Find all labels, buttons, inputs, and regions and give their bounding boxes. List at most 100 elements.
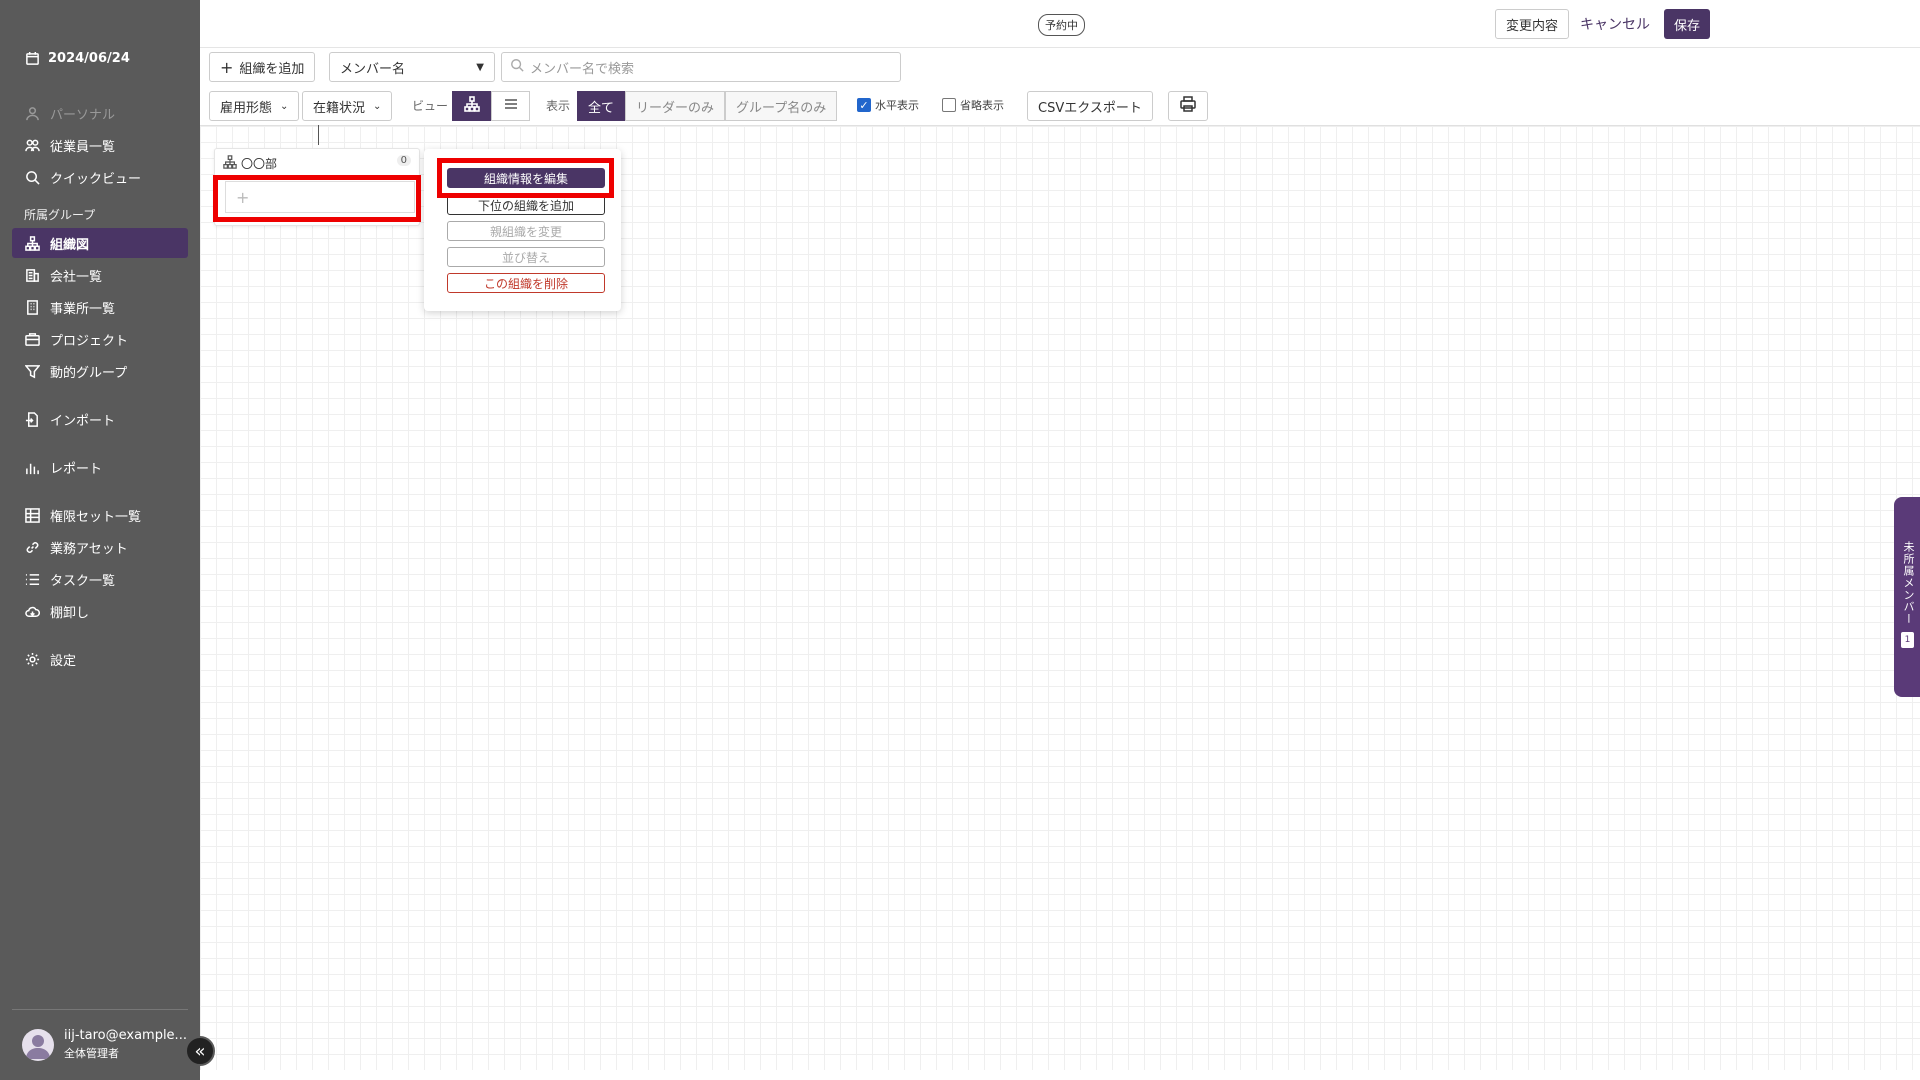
display-leaders-button[interactable]: リーダーのみ — [625, 91, 726, 121]
highlight-box — [437, 158, 614, 198]
checkbox-checked: ✓ — [857, 98, 871, 112]
list-icon — [24, 571, 40, 587]
sidebar-item-label: パーソナル — [50, 107, 116, 123]
unassigned-members-tab[interactable]: 未所属メンバー 1 — [1894, 497, 1920, 697]
import-icon — [24, 411, 40, 427]
org-node-name: 〇〇部 — [241, 157, 278, 171]
sidebar-item-offices[interactable]: 事業所一覧 — [12, 292, 188, 322]
list-view-button[interactable] — [491, 91, 530, 121]
sidebar-item-inventory[interactable]: 棚卸し — [12, 596, 188, 626]
add-org-label: 組織を追加 — [239, 61, 305, 77]
sidebar-item-tasks[interactable]: タスク一覧 — [12, 564, 188, 594]
sidebar-item-settings[interactable]: 設定 — [12, 644, 188, 674]
current-date: 2024/06/24 — [24, 50, 130, 66]
add-sub-org-button[interactable]: 下位の組織を追加 — [447, 195, 605, 215]
user-email: iij-taro@example... — [64, 1028, 187, 1043]
link-icon — [24, 539, 40, 555]
unassigned-members-label: 未所属メンバー — [1902, 541, 1915, 625]
sidebar-item-import[interactable]: インポート — [12, 404, 188, 434]
sidebar-item-label: プロジェクト — [50, 333, 129, 349]
double-chevron-left-icon: « — [194, 1040, 206, 1062]
sidebar-item-label: 動的グループ — [50, 365, 128, 381]
user-profile[interactable]: iij-taro@example... 全体管理者 — [22, 1028, 187, 1061]
member-field-select[interactable]: メンバー名 ▼ — [329, 52, 495, 82]
org-chart-icon — [24, 235, 40, 251]
org-chart-icon — [463, 96, 480, 116]
gear-icon — [24, 651, 40, 667]
change-parent-org-button[interactable]: 親組織を変更 — [447, 221, 605, 241]
member-count-badge: 0 — [396, 155, 411, 166]
section-label: 所属グループ — [24, 208, 96, 222]
top-bar: 予約中 — [200, 0, 1920, 48]
date-text: 2024/06/24 — [48, 50, 130, 66]
sidebar-item-reports[interactable]: レポート — [12, 452, 188, 482]
people-icon — [24, 137, 40, 153]
cloud-icon — [24, 603, 40, 619]
changes-button[interactable]: 変更内容 — [1495, 9, 1570, 39]
print-button[interactable] — [1168, 91, 1208, 121]
add-org-button[interactable]: + 組織を追加 — [209, 52, 316, 82]
view-label: ビュー — [412, 99, 449, 113]
display-group-names-button[interactable]: グループ名のみ — [725, 91, 838, 121]
member-search-input[interactable]: メンバー名で検索 — [501, 52, 901, 82]
sidebar-item-dynamic-groups[interactable]: 動的グループ — [12, 356, 188, 386]
display-all-button[interactable]: 全て — [577, 91, 626, 121]
sidebar-divider — [12, 1009, 188, 1010]
horizontal-display-checkbox[interactable]: ✓ 水平表示 — [857, 97, 919, 113]
chevron-down-icon: ⌄ — [280, 100, 289, 112]
highlight-box — [213, 175, 421, 222]
list-icon — [503, 96, 519, 116]
sidebar-item-label: 業務アセット — [50, 541, 128, 557]
printer-icon — [1180, 96, 1196, 116]
employment-type-dropdown[interactable]: 雇用形態 ⌄ — [209, 91, 300, 121]
tree-view-button[interactable] — [452, 91, 491, 121]
display-filter: 全て リーダーのみ グループ名のみ — [577, 91, 838, 121]
collapse-sidebar-button[interactable]: « — [185, 1036, 215, 1066]
office-icon — [24, 299, 40, 315]
sidebar-item-label: タスク一覧 — [50, 573, 116, 589]
briefcase-icon — [24, 331, 40, 347]
sidebar-item-quickview[interactable]: クイックビュー — [12, 162, 188, 192]
sidebar-item-employees[interactable]: 従業員一覧 — [12, 130, 188, 160]
sidebar-item-label: インポート — [50, 413, 116, 429]
sidebar-item-label: レポート — [50, 461, 103, 477]
chevron-down-icon: ⌄ — [373, 100, 382, 112]
filter-icon — [24, 363, 40, 379]
user-role: 全体管理者 — [64, 1047, 119, 1060]
sidebar-item-business-assets[interactable]: 業務アセット — [12, 532, 188, 562]
sidebar-item-label: 事業所一覧 — [50, 301, 116, 317]
abbreviated-display-checkbox[interactable]: 省略表示 — [942, 97, 1004, 113]
sidebar-item-label: 組織図 — [50, 237, 90, 253]
grid-icon — [24, 507, 40, 523]
sidebar-item-permission-sets[interactable]: 権限セット一覧 — [12, 500, 188, 530]
enrollment-status-dropdown[interactable]: 在籍状況 ⌄ — [302, 91, 393, 121]
calendar-icon — [24, 50, 40, 66]
delete-org-button[interactable]: この組織を削除 — [447, 273, 605, 293]
connector-line — [318, 125, 319, 145]
sidebar-item-label: 棚卸し — [50, 605, 90, 621]
sidebar-item-label: 従業員一覧 — [50, 139, 116, 155]
org-chart-icon — [223, 155, 237, 172]
search-icon — [510, 58, 524, 76]
unassigned-count-badge: 1 — [1901, 632, 1914, 648]
sidebar-item-label: 権限セット一覧 — [50, 509, 142, 525]
reorder-button[interactable]: 並び替え — [447, 247, 605, 267]
csv-export-button[interactable]: CSVエクスポート — [1027, 91, 1153, 121]
sidebar-item-companies[interactable]: 会社一覧 — [12, 260, 188, 290]
sidebar-item-personal[interactable]: パーソナル — [12, 98, 188, 128]
abbrev-label: 省略表示 — [960, 99, 1004, 112]
sidebar-item-projects[interactable]: プロジェクト — [12, 324, 188, 354]
sidebar-item-org-chart[interactable]: 組織図 — [12, 228, 188, 258]
save-button[interactable]: 保存 — [1664, 9, 1711, 39]
cancel-button[interactable]: キャンセル — [1580, 9, 1650, 39]
enrollment-status-label: 在籍状況 — [313, 100, 366, 116]
chevron-down-icon: ▼ — [476, 61, 484, 73]
search-icon — [24, 169, 40, 185]
org-node-header: 〇〇部 — [223, 155, 277, 172]
member-select-value: メンバー名 — [340, 61, 406, 77]
search-placeholder: メンバー名で検索 — [530, 61, 635, 77]
avatar — [22, 1028, 54, 1061]
sidebar: 2024/06/24 パーソナル 従業員一覧 クイックビュー 所属グループ 組織… — [0, 0, 200, 1080]
bar-chart-icon — [24, 459, 40, 475]
sidebar-item-label: クイックビュー — [50, 171, 142, 187]
